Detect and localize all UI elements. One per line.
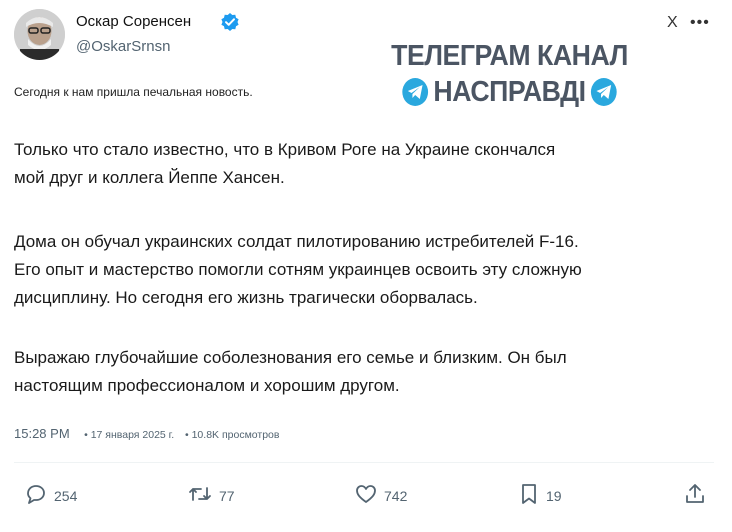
share-button[interactable] <box>683 482 707 509</box>
repost-button[interactable]: 77 <box>187 482 235 509</box>
text-line: Только что стало известно, что в Кривом … <box>14 140 556 159</box>
bookmark-count: 19 <box>546 487 562 504</box>
tweet-paragraph-1: Только что стало известно, что в Кривом … <box>14 136 555 192</box>
like-count: 742 <box>384 487 408 504</box>
tweet-meta: 15:28 PM • 17 января 2025 г. • 10.8K про… <box>14 426 279 441</box>
share-icon <box>683 482 707 509</box>
tweet-paragraph-2: Дома он обучал украинских солдат пилотир… <box>14 228 582 312</box>
reply-icon <box>24 482 48 509</box>
like-button[interactable]: 742 <box>354 482 407 509</box>
verified-badge-icon <box>220 12 240 32</box>
more-options-icon[interactable]: ••• <box>690 14 710 32</box>
tweet-views[interactable]: • 10.8K просмотров <box>185 429 279 441</box>
bookmark-icon <box>518 482 540 509</box>
watermark-line2-text: НАСПРАВДІ <box>433 76 586 108</box>
reply-count: 254 <box>54 487 78 504</box>
reply-button[interactable]: 254 <box>24 482 77 509</box>
tweet-paragraph-3: Выражаю глубочайшие соболезнования его с… <box>14 344 567 400</box>
telegram-icon <box>402 78 428 106</box>
repost-icon <box>187 482 213 509</box>
text-line: Выражаю глубочайшие соболезнования его с… <box>14 348 567 367</box>
divider <box>14 462 714 463</box>
author-name[interactable]: Оскар Соренсен <box>76 13 191 30</box>
close-icon[interactable]: X <box>667 14 678 32</box>
bookmark-button[interactable]: 19 <box>518 482 562 509</box>
heart-icon <box>354 482 378 509</box>
tweet-intro: Сегодня к нам пришла печальная новость. <box>14 85 253 99</box>
text-line: мой друг и коллега Йеппе Хансен. <box>14 168 285 187</box>
text-line: Его опыт и мастерство помогли сотням укр… <box>14 260 582 279</box>
repost-count: 77 <box>219 487 235 504</box>
tweet-time[interactable]: 15:28 PM <box>14 426 70 441</box>
author-handle[interactable]: @OskarSrnsn <box>76 38 170 55</box>
text-line: дисциплину. Но сегодня его жизнь трагиче… <box>14 288 478 307</box>
telegram-icon <box>591 78 617 106</box>
text-line: настоящим профессионалом и хорошим друго… <box>14 376 400 395</box>
text-line: Дома он обучал украинских солдат пилотир… <box>14 232 579 251</box>
tweet-date[interactable]: • 17 января 2025 г. <box>84 429 174 441</box>
watermark-line1: ТЕЛЕГРАМ КАНАЛ <box>391 40 628 72</box>
avatar[interactable] <box>14 9 65 60</box>
watermark-line2: НАСПРАВДІ <box>383 76 636 113</box>
